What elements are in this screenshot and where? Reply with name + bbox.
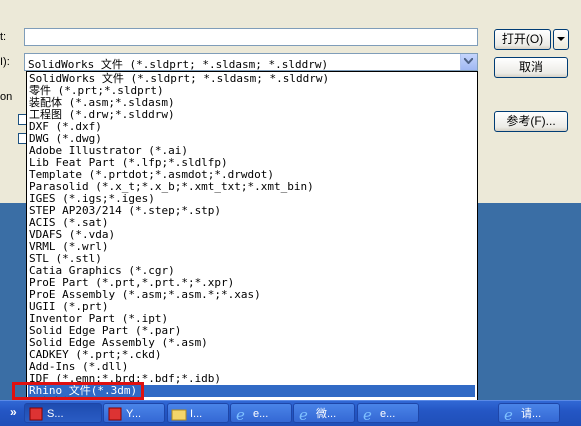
open-button[interactable]: 打开(O) [494, 29, 551, 50]
taskbar-button[interactable]: e 微... [293, 403, 355, 423]
ie-icon: e [297, 406, 313, 422]
filetype-combobox[interactable]: SolidWorks 文件 (*.sldprt; *.sldasm; *.sld… [24, 53, 478, 71]
taskbar-button-label: I... [190, 408, 203, 420]
ie-icon: e [234, 406, 250, 422]
open-menu-button[interactable] [553, 29, 569, 50]
taskbar: » S... Y... I... e e... e 微... e e... e 请... [0, 400, 581, 426]
taskbar-button[interactable]: Y... [103, 403, 165, 423]
filename-input[interactable] [24, 28, 478, 46]
taskbar-button[interactable]: e e... [230, 403, 292, 423]
taskbar-button-label: e... [253, 408, 269, 420]
svg-text:e: e [363, 406, 372, 422]
folder-icon [171, 406, 187, 422]
chevron-down-icon[interactable] [460, 54, 477, 70]
svg-text:e: e [236, 406, 245, 422]
filetype-label: I): [0, 56, 10, 68]
taskbar-button-label: e... [380, 408, 396, 420]
svg-text:e: e [504, 406, 513, 422]
filetype-selected: SolidWorks 文件 (*.sldprt; *.sldasm; *.sld… [28, 58, 329, 71]
chevron-down-icon [557, 37, 565, 41]
taskbar-button-label: Y... [126, 408, 142, 420]
taskbar-button-label: S... [47, 408, 64, 420]
filetype-dropdown-list[interactable]: SolidWorks 文件 (*.sldprt; *.sldasm; *.sld… [26, 71, 478, 410]
ie-icon: e [361, 406, 377, 422]
app-icon [28, 406, 44, 422]
taskbar-button-label: 微... [316, 408, 337, 420]
filename-label: t: [0, 31, 7, 43]
cancel-button[interactable]: 取消 [494, 57, 568, 78]
taskbar-button[interactable]: e e... [357, 403, 419, 423]
taskbar-button[interactable]: e 请... [498, 403, 560, 423]
taskbar-button[interactable]: I... [167, 403, 229, 423]
reference-button[interactable]: 参考(F)... [494, 111, 568, 132]
highlight-box [12, 382, 144, 400]
taskbar-button[interactable]: S... [24, 403, 102, 423]
ie-icon: e [502, 406, 518, 422]
options-label: on [0, 91, 13, 103]
svg-text:e: e [299, 406, 308, 422]
taskbar-button-label: 请... [521, 408, 542, 420]
taskbar-overflow[interactable]: » [10, 405, 17, 419]
app-icon [107, 406, 123, 422]
